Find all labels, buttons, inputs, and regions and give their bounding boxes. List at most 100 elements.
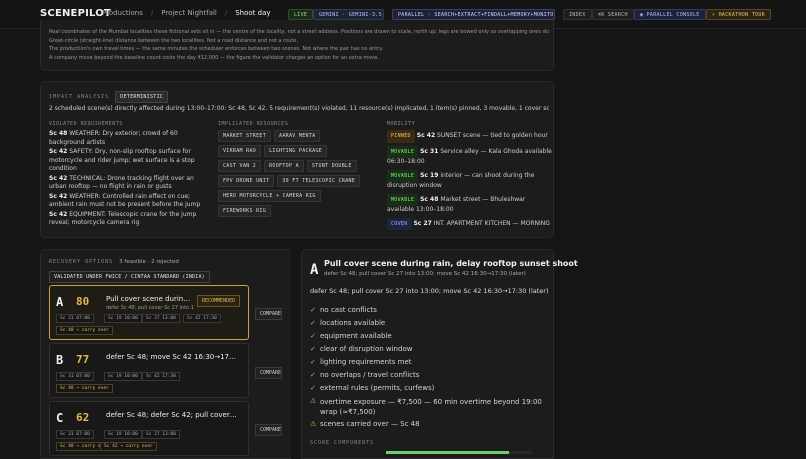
violated-item: Sc 42 TECHNICAL: Drone tracking flight o…	[49, 174, 194, 191]
check-item: ⚠ overtime exposure — ₹7,500 — 60 min ove…	[310, 397, 542, 416]
breadcrumb: Productions / Project Nightfall / Shoot …	[102, 9, 271, 17]
compare-button-b[interactable]: COMPARE	[255, 367, 282, 379]
option-card-a[interactable]: A 80 Pull cover scene during rain, delay…	[49, 285, 249, 340]
mobility-list: PINNED Sc 42 SUNSET scene — tied to gold…	[387, 130, 552, 230]
resource-tag: VIKRAM RAO	[218, 145, 262, 157]
crumb-separator: /	[224, 9, 228, 17]
pipeline-badge: PARALLEL · SEARCH+EXTRACT+FINDALL+MEMORY…	[392, 9, 555, 20]
mobility-item: COVER Sc 27 INT. APARTMENT KITCHEN — MOR…	[387, 217, 552, 230]
compare-button-c[interactable]: COMPARE	[255, 424, 282, 436]
warning-icon: ⚠	[310, 397, 317, 405]
resource-tag: FIREWORKS RIG	[218, 205, 272, 217]
check-icon: ✓	[310, 384, 316, 392]
tour-button[interactable]: ⚡ HACKATHON TOUR	[706, 9, 771, 20]
impact-label: IMPACT ANALYSIS	[49, 94, 110, 100]
mobility-item: MOVABLE Sc 31 Service alley — Kala Ghoda…	[387, 145, 552, 165]
crumb-productions[interactable]: Productions	[102, 9, 143, 17]
option-title: defer Sc 48; defer Sc 42; pull cover Sc …	[106, 411, 238, 419]
option-card-b[interactable]: B 77 defer Sc 48; move Sc 42 16:30→17:30…	[49, 343, 249, 398]
note-line: Real coordinates of the Mumbai localitie…	[49, 29, 549, 35]
violated-item: Sc 42 SAFETY: Dry, non-slip rooftop surf…	[49, 148, 195, 172]
model-badge: GEMINI · GEMINI-3.5-FLASH	[313, 9, 384, 20]
brand-logo[interactable]: SCENEPILOT	[40, 8, 111, 19]
mobility-item: PINNED Sc 42 SUNSET scene — tied to gold…	[387, 130, 552, 143]
resource-tag: AARAV MENTA	[274, 130, 321, 142]
crumb-shoot-day: Shoot day	[235, 9, 271, 17]
impact-summary: 2 scheduled scene(s) directly affected d…	[49, 105, 549, 112]
option-card-c[interactable]: C 62 defer Sc 48; defer Sc 42; pull cove…	[49, 401, 249, 456]
check-item: ✓ locations available	[310, 319, 386, 327]
globe-icon: ◉	[640, 12, 647, 18]
option-letter: C	[56, 411, 64, 425]
violated-item: Sc 48 WEATHER: Dry exterior; crowd of 60…	[49, 130, 178, 146]
check-icon: ✓	[310, 371, 316, 379]
note-line: Great-circle (straight-line) distance be…	[49, 37, 298, 44]
check-icon: ✓	[310, 332, 316, 340]
carry-chip: Sc 48 → carry over	[56, 384, 113, 393]
search-button[interactable]: ⌘K SEARCH	[592, 9, 634, 20]
tour-label: HACKATHON TOUR	[718, 12, 765, 18]
schedule-chip: Sc 31 07:00	[56, 314, 94, 323]
check-icon: ✓	[310, 345, 316, 353]
schedule-chip: Sc 19 10:00	[104, 314, 142, 323]
bolt-icon: ⚡	[712, 12, 719, 18]
map-notes-panel: Real coordinates of the Mumbai localitie…	[40, 20, 554, 71]
crumb-separator: /	[150, 9, 154, 17]
mobility-item: MOVABLE Sc 48 Market street — Bhuleshwar…	[387, 193, 526, 213]
mobility-label: MOBILITY	[387, 121, 416, 127]
resource-tag: ROOFTOP A	[264, 160, 304, 172]
violated-item: Sc 42 EQUIPMENT: Telescopic crane for th…	[49, 210, 197, 227]
resource-tag: CAST VAN 2	[218, 160, 262, 172]
mobility-item: MOVABLE Sc 19 interior — can shoot durin…	[387, 169, 535, 189]
console-label: PARALLEL CONSOLE	[646, 12, 700, 18]
option-letter: B	[56, 353, 64, 367]
compare-button-a[interactable]: COMPARE	[255, 308, 282, 320]
schedule-chip: Sc 31 07:00	[56, 430, 94, 439]
resources-list: MARKET STREET AARAV MENTA VIKRAM RAO LIG…	[218, 130, 368, 220]
check-icon: ✓	[310, 358, 316, 366]
schedule-chip: Sc 31 07:00	[56, 372, 94, 381]
live-badge: LIVE	[288, 9, 314, 20]
check-item: ✓ equipment available	[310, 332, 392, 340]
option-letter: A	[56, 295, 64, 309]
check-icon: ✓	[310, 306, 316, 314]
deterministic-badge: DETERMINISTIC	[115, 91, 169, 103]
console-button[interactable]: ◉ PARALLEL CONSOLE	[634, 9, 706, 20]
note-line: The production's own travel times — the …	[49, 46, 384, 52]
option-title: defer Sc 48; move Sc 42 16:30→17:30 (lat…	[106, 353, 238, 361]
check-item: ✓ external rules (permits, curfews)	[310, 384, 435, 392]
recovery-label: RECOVERY OPTIONS	[49, 259, 114, 265]
violated-list: Sc 48 WEATHER: Dry exterior; crowd of 60…	[49, 130, 209, 228]
score-components-label: SCORE COMPONENTS	[310, 440, 375, 446]
resources-label: IMPLICATED RESOURCES	[218, 121, 289, 127]
note-line: A company move beyond the baseline count…	[49, 54, 379, 61]
detail-title: Pull cover scene during rain, delay roof…	[324, 259, 578, 268]
option-subtitle: defer Sc 48; pull cover Sc 27 into 13:00…	[106, 305, 194, 311]
resource-tag: LIGHTING PACKAGE	[264, 145, 328, 157]
crumb-project[interactable]: Project Nightfall	[161, 9, 217, 17]
resource-tag: MARKET STREET	[218, 130, 272, 142]
violated-item: Sc 42 WEATHER: Controlled rain effect on…	[49, 192, 201, 209]
check-item: ✓ clear of disruption window	[310, 345, 413, 353]
option-score: 62	[76, 411, 90, 424]
detail-summary: defer Sc 48; pull cover Sc 27 into 13:00…	[310, 287, 549, 295]
schedule-chip: Sc 27 13:00	[142, 314, 180, 323]
warning-icon: ⚠	[310, 420, 317, 428]
check-item: ⚠ scenes carried over — Sc 48	[310, 420, 420, 428]
resource-tag: STUNT DOUBLE	[306, 160, 357, 172]
detail-letter: A	[310, 262, 319, 278]
check-icon: ✓	[310, 319, 316, 327]
impact-analysis-panel: IMPACT ANALYSIS DETERMINISTIC 2 schedule…	[40, 81, 554, 238]
recommended-badge: RECOMMENDED	[197, 295, 241, 307]
index-button[interactable]: INDEX	[563, 9, 592, 20]
carry-chip: Sc 42 → carry over	[100, 442, 157, 451]
option-title: Pull cover scene during rain, delay roof…	[106, 295, 192, 303]
carry-chip: Sc 48 → carry over	[56, 326, 113, 335]
check-item: ✓ lighting requirements met	[310, 358, 412, 366]
schedule-chip: Sc 19 10:00	[104, 372, 142, 381]
resource-tag: 30 FT TELESCOPIC CRANE	[277, 175, 361, 187]
resource-tag: FPV DRONE UNIT	[218, 175, 275, 187]
resource-tag: HERO MOTORCYCLE + CAMERA RIG	[218, 190, 321, 202]
check-item: ✓ no cast conflicts	[310, 306, 377, 314]
recovery-counts: 3 feasible · 2 rejected	[119, 259, 179, 265]
